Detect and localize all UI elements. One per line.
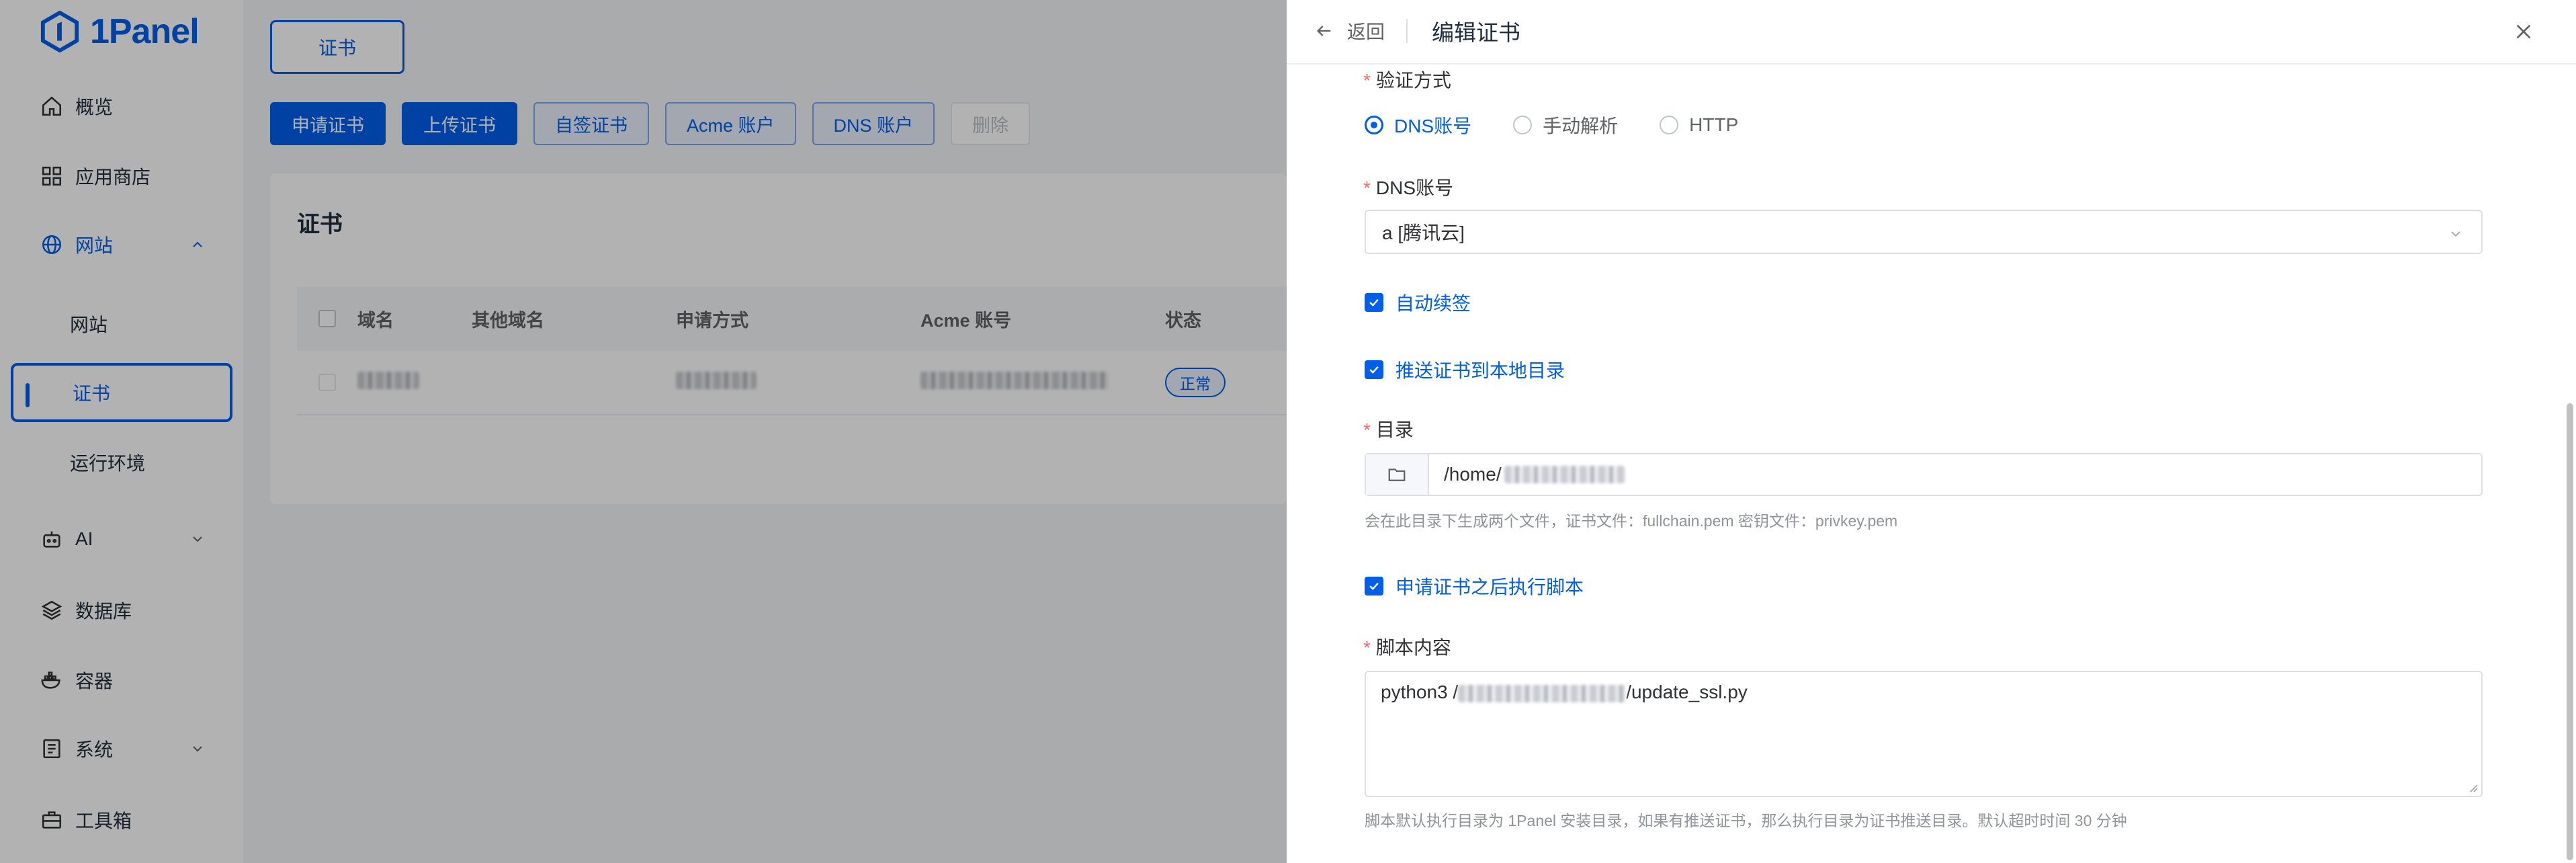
script-content-textarea[interactable]: python3 / /update_ssl.py (1365, 671, 2483, 797)
dns-account-label: * DNS账号 (1363, 177, 1454, 198)
folder-picker-button[interactable] (1366, 454, 1429, 495)
script-value-suffix: /update_ssl.py (1626, 682, 1748, 702)
modal-overlay[interactable] (0, 0, 1287, 863)
drawer-header: 返回 编辑证书 (1287, 0, 2576, 65)
auto-renew-label: 自动续签 (1396, 293, 1471, 314)
radio-dot (1513, 116, 1533, 134)
dns-account-select[interactable]: a [腾讯云] (1365, 210, 2483, 254)
back-label: 返回 (1347, 22, 1385, 42)
verify-method-radio-group: DNS账号 手动解析 HTTP (1365, 112, 1780, 138)
drawer-title: 编辑证书 (1432, 20, 1520, 45)
edit-certificate-drawer: 返回 编辑证书 * 验证方式 DNS账号 手动解析 HTTP * DNS账号 a [… (1287, 0, 2576, 863)
close-icon (2516, 24, 2531, 39)
radio-dot (1660, 116, 1679, 134)
directory-value: /home/ (1444, 464, 1502, 485)
script-value-prefix: python3 / (1381, 682, 1459, 702)
radio-dns-account[interactable]: DNS账号 (1365, 112, 1471, 138)
auto-renew-checkbox[interactable]: 自动续签 (1365, 289, 1471, 316)
script-help-text: 脚本默认执行目录为 1Panel 安装目录，如果有推送证书，那么执行目录为证书推… (1365, 812, 2127, 829)
exec-script-checkbox[interactable]: 申请证书之后执行脚本 (1365, 573, 1584, 600)
radio-manual[interactable]: 手动解析 (1513, 112, 1618, 138)
checkbox-checked-icon (1365, 293, 1383, 312)
header-divider (1406, 19, 1408, 43)
directory-input[interactable]: /home/ (1365, 453, 2483, 496)
directory-label: * 目录 (1363, 419, 1414, 440)
dns-account-value: a [腾讯云] (1382, 222, 1465, 243)
drawer-scrollbar[interactable] (2567, 403, 2573, 860)
radio-dot (1365, 116, 1383, 134)
radio-http[interactable]: HTTP (1660, 114, 1738, 136)
redacted-path (1504, 466, 1625, 483)
exec-script-label: 申请证书之后执行脚本 (1396, 577, 1584, 598)
folder-icon (1388, 468, 1406, 481)
checkbox-checked-icon (1365, 577, 1383, 595)
back-button[interactable]: 返回 (1315, 15, 1385, 47)
arrow-left-icon (1317, 26, 1331, 36)
resize-handle-icon[interactable] (2468, 782, 2479, 793)
script-content-label: * 脚本内容 (1363, 637, 1451, 658)
directory-help-text: 会在此目录下生成两个文件，证书文件：fullchain.pem 密钥文件：pri… (1365, 512, 1898, 530)
redacted-script-path (1458, 684, 1627, 702)
push-local-checkbox[interactable]: 推送证书到本地目录 (1365, 356, 1565, 383)
close-button[interactable] (2507, 15, 2540, 48)
checkbox-checked-icon (1365, 360, 1383, 379)
push-local-label: 推送证书到本地目录 (1396, 360, 1565, 381)
verify-method-label: * 验证方式 (1363, 70, 1451, 91)
chevron-down-icon (2451, 231, 2460, 237)
